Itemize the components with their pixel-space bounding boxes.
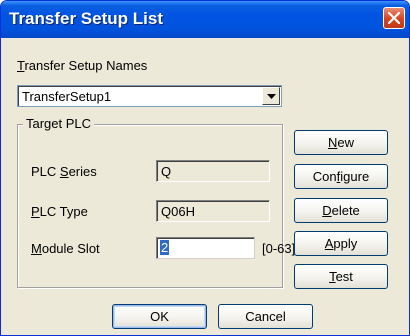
plc-type-label: PLC Type	[31, 204, 88, 219]
delete-label: elete	[331, 203, 360, 218]
module-slot-label-post: odule Slot	[41, 241, 100, 256]
delete-mnemonic: D	[322, 203, 332, 218]
delete-button[interactable]: Delete	[294, 198, 388, 223]
module-slot-mnemonic: M	[31, 241, 42, 256]
setup-names-combobox[interactable]: TransferSetup1	[17, 85, 282, 107]
test-button[interactable]: Test	[294, 264, 388, 289]
configure-button[interactable]: Configure	[294, 164, 388, 189]
plc-type-label-post: LC Type	[39, 204, 88, 219]
plc-series-label-post: eries	[68, 164, 97, 179]
ok-button[interactable]: OK	[112, 304, 207, 329]
setup-names-selected: TransferSetup1	[22, 89, 112, 104]
apply-button[interactable]: Apply	[294, 231, 388, 256]
transfer-setup-dialog: Transfer Setup List Transfer Setup Names…	[0, 0, 410, 336]
title-bar[interactable]: Transfer Setup List	[1, 1, 409, 38]
plc-series-label: PLC Series	[31, 164, 97, 179]
test-label: est	[335, 269, 353, 284]
configure-label-pre: Con	[312, 169, 337, 184]
new-mnemonic: N	[327, 135, 338, 150]
target-plc-legend: Target PLC	[23, 116, 95, 131]
plc-type-mnemonic: P	[31, 204, 40, 219]
window-title: Transfer Setup List	[9, 9, 163, 28]
apply-label: pply	[333, 236, 358, 251]
chevron-down-icon	[267, 94, 276, 99]
module-slot-input[interactable]: 2	[156, 237, 255, 259]
plc-series-mnemonic: S	[59, 164, 69, 179]
setup-names-dropdown-button[interactable]	[262, 87, 280, 105]
cancel-button[interactable]: Cancel	[218, 304, 313, 329]
plc-series-field: Q	[156, 160, 270, 182]
new-label: ew	[337, 135, 354, 150]
module-slot-range: [0-63]	[262, 241, 296, 256]
configure-label: igure	[340, 169, 370, 184]
close-button[interactable]	[383, 7, 405, 29]
setup-names-label-text: ransfer Setup Names	[24, 58, 148, 73]
setup-names-label: Transfer Setup Names	[17, 58, 147, 73]
module-slot-value: 2	[160, 240, 170, 255]
close-icon	[388, 12, 400, 24]
plc-series-label-pre: PLC	[31, 164, 60, 179]
plc-series-value: Q	[161, 164, 172, 179]
new-button[interactable]: New	[294, 130, 388, 155]
module-slot-label: Module Slot	[31, 241, 100, 256]
plc-type-value: Q06H	[161, 204, 195, 219]
plc-type-field: Q06H	[156, 200, 270, 222]
